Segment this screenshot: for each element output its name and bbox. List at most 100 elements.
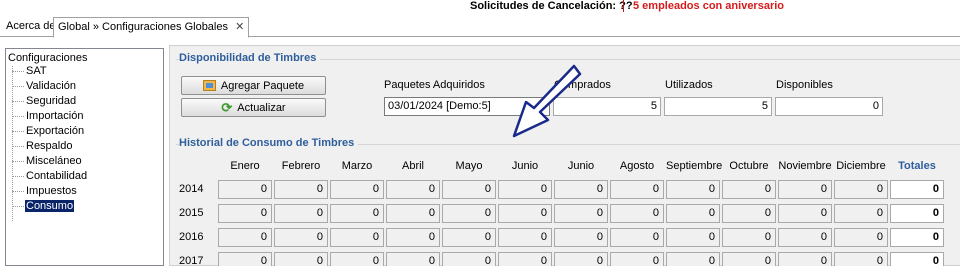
consumption-cell[interactable]: 0 bbox=[330, 180, 384, 199]
config-tree[interactable]: Configuraciones SAT Validación Seguridad… bbox=[5, 48, 164, 266]
consumption-cell[interactable]: 0 bbox=[218, 228, 272, 247]
consumption-cell[interactable]: 0 bbox=[274, 252, 328, 266]
consumption-cell[interactable]: 0 bbox=[666, 252, 720, 266]
row-total-cell[interactable]: 0 bbox=[890, 252, 944, 266]
consumption-cell[interactable]: 0 bbox=[498, 180, 552, 199]
disponibles-field[interactable]: 0 bbox=[775, 97, 883, 116]
consumption-cell[interactable]: 0 bbox=[498, 228, 552, 247]
consumption-cell[interactable]: 0 bbox=[442, 204, 496, 223]
tree-item-contabilidad[interactable]: Contabilidad bbox=[12, 170, 87, 184]
row-total-cell[interactable]: 0 bbox=[890, 204, 944, 223]
consumption-cell[interactable]: 0 bbox=[778, 252, 832, 266]
consumption-cell[interactable]: 0 bbox=[554, 204, 608, 223]
add-package-button[interactable]: Agregar Paquete bbox=[181, 76, 326, 95]
tree-item-validacion[interactable]: Validación bbox=[12, 80, 76, 94]
year-label: 2014 bbox=[179, 183, 204, 195]
status-separator bbox=[623, 0, 624, 12]
consumption-cell[interactable]: 0 bbox=[218, 252, 272, 266]
row-total-cell[interactable]: 0 bbox=[890, 180, 944, 199]
tree-item-label: Seguridad bbox=[26, 95, 77, 107]
refresh-label: Actualizar bbox=[237, 101, 286, 114]
cancellations-status[interactable]: Solicitudes de Cancelación: ?? bbox=[470, 0, 633, 12]
tree-item-miscelaneo[interactable]: Misceláneo bbox=[12, 155, 82, 169]
consumption-cell[interactable]: 0 bbox=[386, 180, 440, 199]
consumption-cell[interactable]: 0 bbox=[330, 228, 384, 247]
consumption-cell[interactable]: 0 bbox=[274, 204, 328, 223]
consumption-cell[interactable]: 0 bbox=[610, 180, 664, 199]
consumption-cell[interactable]: 0 bbox=[834, 228, 888, 247]
tree-item-seguridad[interactable]: Seguridad bbox=[12, 95, 76, 109]
tree-item-consumo[interactable]: Consumo bbox=[12, 199, 76, 214]
tree-item-label: Validación bbox=[26, 80, 76, 92]
tab-acerca-de[interactable]: Acerca de bbox=[2, 17, 60, 38]
consumption-cell[interactable]: 0 bbox=[330, 252, 384, 266]
consumption-cell[interactable]: 0 bbox=[386, 228, 440, 247]
tree-item-impuestos[interactable]: Impuestos bbox=[12, 185, 77, 199]
consumption-cell[interactable]: 0 bbox=[274, 180, 328, 199]
tab-label: Global » Configuraciones Globales bbox=[58, 21, 228, 33]
consumption-cell[interactable]: 0 bbox=[666, 228, 720, 247]
consumption-cell[interactable]: 0 bbox=[778, 228, 832, 247]
consumption-cell[interactable]: 0 bbox=[778, 204, 832, 223]
consumption-cell[interactable]: 0 bbox=[722, 180, 776, 199]
consumption-cell[interactable]: 0 bbox=[778, 180, 832, 199]
month-header: Abril bbox=[401, 160, 424, 172]
consumption-cell[interactable]: 0 bbox=[554, 180, 608, 199]
refresh-button[interactable]: ⟳ Actualizar bbox=[181, 98, 326, 117]
tree-connector bbox=[12, 190, 24, 192]
consumption-cell[interactable]: 0 bbox=[722, 228, 776, 247]
anniversary-alert[interactable]: 5 empleados con aniversario bbox=[633, 0, 784, 12]
consumption-cell[interactable]: 0 bbox=[218, 180, 272, 199]
tree-item-label: Exportación bbox=[26, 125, 85, 137]
year-label: 2015 bbox=[179, 207, 204, 219]
consumption-cell[interactable]: 0 bbox=[610, 228, 664, 247]
tree-connector bbox=[12, 100, 24, 102]
consumption-cell[interactable]: 0 bbox=[442, 180, 496, 199]
consumption-cell[interactable]: 0 bbox=[274, 228, 328, 247]
consumption-cell[interactable]: 0 bbox=[834, 252, 888, 266]
tree-connector bbox=[12, 130, 24, 132]
row-total-cell[interactable]: 0 bbox=[890, 228, 944, 247]
tree-root[interactable]: Configuraciones bbox=[8, 52, 88, 64]
paquetes-selected-value: 03/01/2024 [Demo:5] bbox=[388, 100, 491, 112]
refresh-icon: ⟳ bbox=[221, 99, 233, 115]
tree-item-label: Contabilidad bbox=[26, 170, 88, 182]
consumption-cell[interactable]: 0 bbox=[218, 204, 272, 223]
tree-connector bbox=[12, 175, 24, 177]
package-icon bbox=[202, 80, 216, 91]
consumption-cell[interactable]: 0 bbox=[666, 180, 720, 199]
tree-item-importacion[interactable]: Importación bbox=[12, 110, 83, 124]
tree-item-label: Misceláneo bbox=[26, 155, 82, 167]
consumption-cell[interactable]: 0 bbox=[554, 228, 608, 247]
consumption-cell[interactable]: 0 bbox=[498, 204, 552, 223]
utilizados-label: Utilizados bbox=[665, 79, 713, 91]
tree-item-label: Respaldo bbox=[26, 140, 73, 152]
consumption-cell[interactable]: 0 bbox=[610, 252, 664, 266]
consumption-cell[interactable]: 0 bbox=[330, 204, 384, 223]
utilizados-field[interactable]: 5 bbox=[664, 97, 772, 116]
consumption-cell[interactable]: 0 bbox=[498, 252, 552, 266]
year-label: 2016 bbox=[179, 231, 204, 243]
tree-item-respaldo[interactable]: Respaldo bbox=[12, 140, 72, 154]
tab-configuraciones-globales[interactable]: Global » Configuraciones Globales ✕ bbox=[53, 17, 250, 38]
consumption-cell[interactable]: 0 bbox=[666, 204, 720, 223]
month-header: Diciembre bbox=[836, 160, 886, 172]
consumption-cell[interactable]: 0 bbox=[442, 252, 496, 266]
month-header: Junio bbox=[567, 160, 595, 172]
consumption-cell[interactable]: 0 bbox=[554, 252, 608, 266]
tree-item-sat[interactable]: SAT bbox=[12, 65, 47, 79]
consumption-cell[interactable]: 0 bbox=[386, 204, 440, 223]
consumption-cell[interactable]: 0 bbox=[722, 204, 776, 223]
consumption-cell[interactable]: 0 bbox=[442, 228, 496, 247]
year-label: 2017 bbox=[179, 255, 204, 266]
consumption-cell[interactable]: 0 bbox=[834, 204, 888, 223]
month-header: Marzo bbox=[341, 160, 373, 172]
tree-item-label: Importación bbox=[26, 110, 84, 122]
consumption-cell[interactable]: 0 bbox=[722, 252, 776, 266]
disponibilidad-title: Disponibilidad de Timbres bbox=[179, 52, 321, 64]
close-icon[interactable]: ✕ bbox=[235, 18, 244, 36]
tree-item-exportacion[interactable]: Exportación bbox=[12, 125, 84, 139]
consumption-cell[interactable]: 0 bbox=[834, 180, 888, 199]
consumption-cell[interactable]: 0 bbox=[610, 204, 664, 223]
consumption-cell[interactable]: 0 bbox=[386, 252, 440, 266]
